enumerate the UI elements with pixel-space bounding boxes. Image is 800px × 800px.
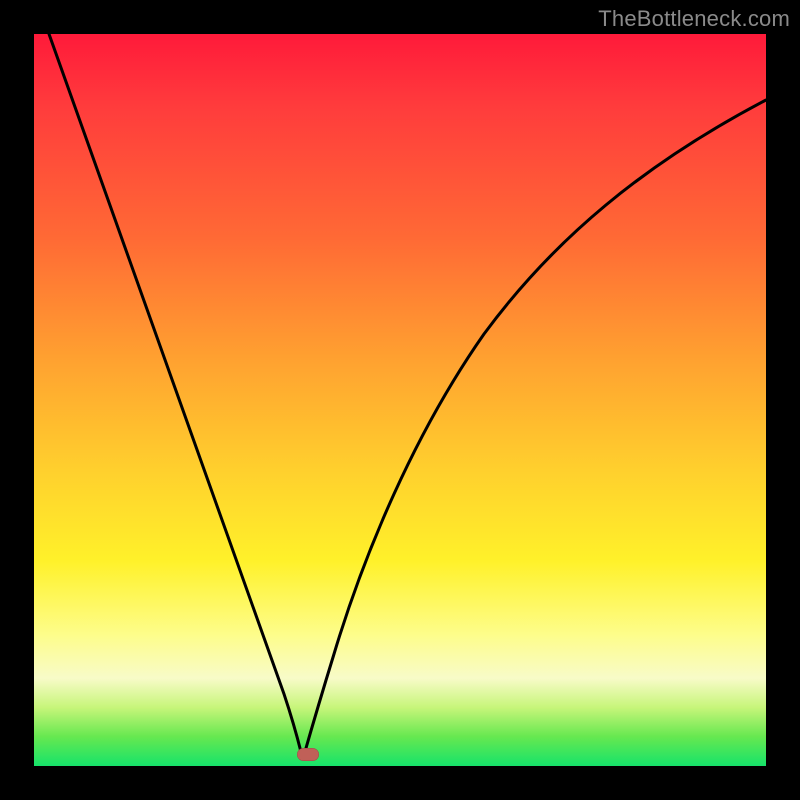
watermark-text: TheBottleneck.com <box>598 6 790 32</box>
plot-area <box>34 34 766 766</box>
optimal-point-marker <box>297 748 319 761</box>
bottleneck-curve <box>34 34 766 766</box>
chart-frame: TheBottleneck.com <box>0 0 800 800</box>
